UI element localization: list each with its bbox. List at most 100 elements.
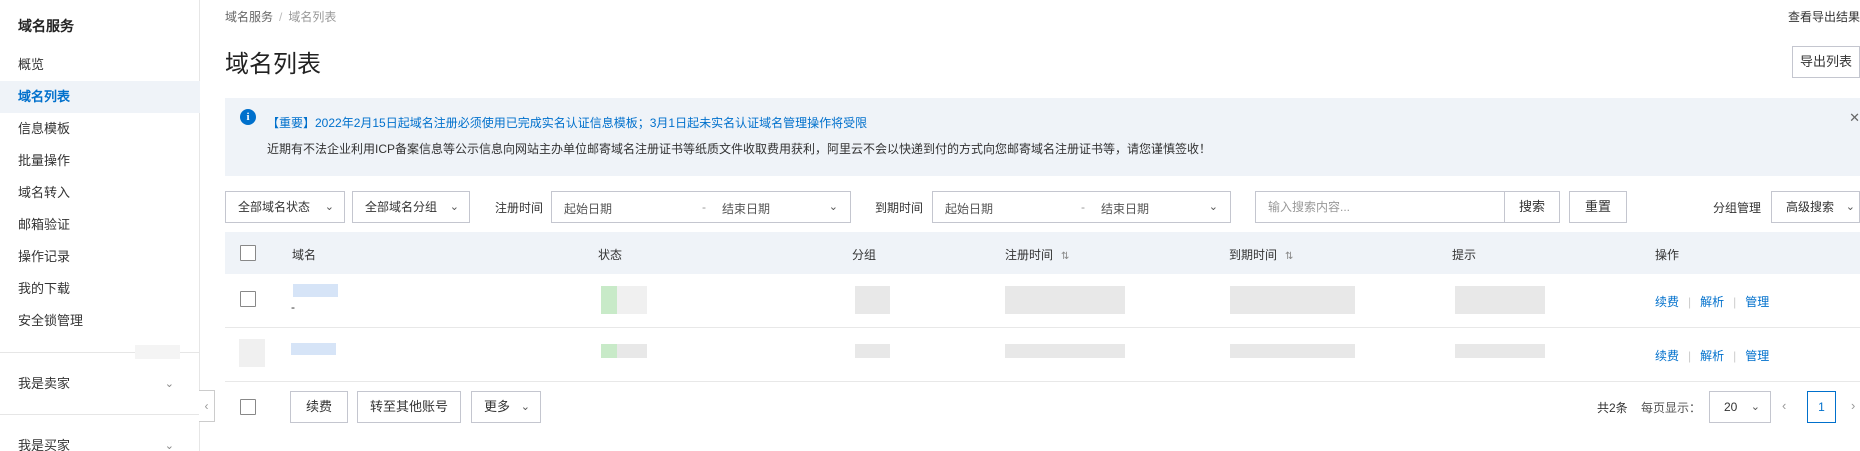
column-header-label: 到期时间 (1229, 248, 1278, 262)
sidebar-item-batch-operation[interactable]: 批量操作 (0, 145, 200, 177)
renew-link[interactable]: 续费 (1655, 295, 1679, 309)
app-root: 域名服务 概览 域名列表 信息模板 批量操作 域名转入 邮箱验证 操作记录 我的… (0, 0, 1860, 451)
chevron-down-icon: ⌄ (520, 401, 530, 413)
transfer-account-button[interactable]: 转至其他账号 (357, 391, 461, 423)
expiration-date-range[interactable]: 起始日期 - 结束日期 ⌄ (932, 191, 1231, 223)
sort-icon[interactable]: ⇅ (1285, 251, 1293, 262)
chevron-down-icon: ⌄ (1208, 201, 1218, 213)
sidebar-group-label: 我是买家 (18, 438, 71, 451)
domain-group-select[interactable]: 全部域名分组 ⌄ (352, 191, 470, 223)
redacted-status (617, 344, 647, 358)
registration-time-label: 注册时间 (495, 201, 544, 215)
redacted-registration-time (1005, 344, 1125, 358)
column-header-expiration-time[interactable]: 到期时间 ⇅ (1229, 246, 1293, 263)
column-header-label: 注册时间 (1005, 248, 1054, 262)
redacted-group (855, 344, 890, 358)
row-actions: 续费 | 解析 | 管理 (1655, 295, 1770, 309)
manage-link[interactable]: 管理 (1745, 349, 1769, 363)
domain-suffix: - (291, 300, 295, 314)
column-header-status: 状态 (598, 248, 623, 262)
breadcrumb-root[interactable]: 域名服务 (225, 10, 273, 24)
chevron-down-icon: ⌄ (324, 201, 334, 213)
table-row: - 续费 | 解析 | 管理 (225, 274, 1860, 328)
sort-icon[interactable]: ⇅ (1061, 251, 1069, 262)
manage-link[interactable]: 管理 (1745, 295, 1769, 309)
table-row: 续费 | 解析 | 管理 (225, 328, 1860, 382)
sidebar-item-domain-transfer-in[interactable]: 域名转入 (0, 177, 200, 209)
prev-page-icon[interactable]: ‹ (1782, 398, 1786, 413)
expiration-time-label: 到期时间 (875, 201, 924, 215)
per-page-select[interactable]: 20 ⌄ (1709, 391, 1771, 423)
close-icon[interactable]: ✕ (1849, 110, 1860, 126)
row-checkbox[interactable] (240, 291, 256, 307)
advanced-search-label: 高级搜索 (1786, 200, 1835, 214)
notice-text: 近期有不法企业利用ICP备案信息等公示信息向网站主办单位邮寄域名注册证书等纸质文… (267, 142, 1212, 156)
sidebar-group-buyer[interactable]: 我是买家 ⌄ (0, 430, 200, 451)
redacted-expiration-time (1230, 286, 1355, 314)
renew-link[interactable]: 续费 (1655, 349, 1679, 363)
chevron-down-icon: ⌄ (164, 440, 174, 451)
notice-title[interactable]: 【重要】2022年2月15日起域名注册必须使用已完成实名认证信息模板；3月1日起… (267, 114, 867, 131)
advanced-search-button[interactable]: 高级搜索 ⌄ (1771, 191, 1860, 223)
redacted-group (855, 286, 890, 314)
info-icon: i (240, 109, 256, 125)
search-button[interactable]: 搜索 (1504, 191, 1560, 223)
registration-date-range[interactable]: 起始日期 - 结束日期 ⌄ (551, 191, 851, 223)
start-date-placeholder: 起始日期 (564, 202, 613, 216)
sidebar-item-overview[interactable]: 概览 (0, 49, 200, 81)
sidebar-item-my-downloads[interactable]: 我的下载 (0, 273, 200, 305)
sidebar-item-operation-log[interactable]: 操作记录 (0, 241, 200, 273)
notice-banner: i 【重要】2022年2月15日起域名注册必须使用已完成实名认证信息模板；3月1… (225, 98, 1860, 176)
export-list-button[interactable]: 导出列表 (1792, 46, 1860, 78)
redacted-hint (1455, 286, 1545, 314)
domain-status-select[interactable]: 全部域名状态 ⌄ (225, 191, 345, 223)
sidebar-group-seller[interactable]: 我是卖家 ⌄ (0, 368, 200, 400)
dns-resolve-link[interactable]: 解析 (1700, 349, 1724, 363)
more-button[interactable]: 更多 ⌄ (471, 391, 541, 423)
sidebar-item-email-verification[interactable]: 邮箱验证 (0, 209, 200, 241)
column-header-domain: 域名 (292, 248, 317, 262)
sidebar-item-info-template[interactable]: 信息模板 (0, 113, 200, 145)
chevron-down-icon: ⌄ (1845, 201, 1855, 213)
redacted-domain[interactable] (293, 284, 338, 297)
sidebar-collapse-button[interactable]: ‹ (199, 390, 215, 422)
row-actions: 续费 | 解析 | 管理 (1655, 349, 1770, 363)
date-separator: - (1081, 200, 1085, 214)
chevron-down-icon: ⌄ (828, 201, 838, 213)
more-label: 更多 (484, 399, 511, 414)
sidebar-title: 域名服务 (18, 18, 74, 34)
page-title: 域名列表 (225, 51, 321, 78)
start-date-placeholder: 起始日期 (945, 202, 994, 216)
breadcrumb-separator: / (279, 10, 283, 24)
sidebar-item-domain-list[interactable]: 域名列表 (0, 81, 200, 113)
chevron-down-icon: ⌄ (1750, 401, 1760, 413)
redacted-block (239, 339, 265, 367)
select-all-checkbox[interactable] (240, 245, 256, 261)
sidebar-item-security-lock[interactable]: 安全锁管理 (0, 305, 200, 337)
dns-resolve-link[interactable]: 解析 (1700, 295, 1724, 309)
redacted-block (135, 345, 180, 359)
column-header-actions: 操作 (1655, 248, 1680, 262)
breadcrumb: 域名服务 / 域名列表 (225, 8, 336, 25)
group-management-link[interactable]: 分组管理 (1713, 199, 1761, 216)
footer-select-all-checkbox[interactable] (240, 399, 256, 415)
page-number-current[interactable]: 1 (1807, 391, 1836, 423)
redacted-domain[interactable] (291, 343, 336, 355)
redacted-registration-time (1005, 286, 1125, 314)
column-header-hint: 提示 (1452, 248, 1477, 262)
redacted-expiration-time (1230, 344, 1355, 358)
column-header-group: 分组 (852, 248, 877, 262)
next-page-icon[interactable]: › (1851, 398, 1855, 413)
batch-renew-button[interactable]: 续费 (290, 391, 348, 423)
search-input[interactable]: 输入搜索内容... (1255, 191, 1505, 223)
table-header: 域名 状态 分组 注册时间 ⇅ 到期时间 ⇅ 提示 操作 (225, 232, 1860, 274)
export-results-link[interactable]: 查看导出结果 (1788, 8, 1860, 25)
column-header-registration-time[interactable]: 注册时间 ⇅ (1005, 246, 1069, 263)
select-value: 全部域名分组 (365, 200, 438, 214)
per-page-value: 20 (1724, 400, 1738, 414)
date-separator: - (702, 200, 706, 214)
reset-button[interactable]: 重置 (1569, 191, 1627, 223)
total-count: 共2条 (1597, 401, 1628, 415)
end-date-placeholder: 结束日期 (722, 202, 771, 216)
sidebar-group-label: 我是卖家 (18, 376, 71, 391)
